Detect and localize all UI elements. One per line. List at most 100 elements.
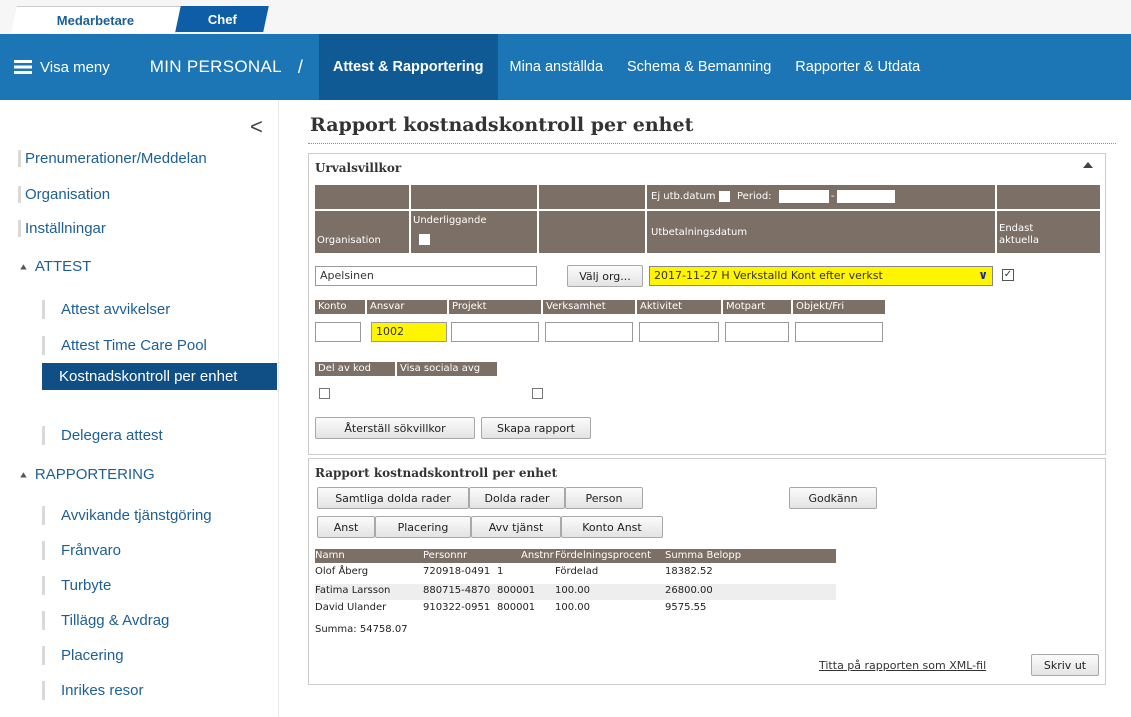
sidebar-item-installningar[interactable]: Inställningar (18, 220, 275, 237)
tab-medarbetare[interactable]: Medarbetare (11, 6, 182, 33)
cell-anstnr: 1 (497, 566, 504, 577)
col-summa-belopp: Summa Belopp (665, 550, 742, 561)
nav-schema-bemanning[interactable]: Schema & Bemanning (615, 34, 783, 100)
endast-aktuella-checkbox[interactable]: ✓ (1002, 269, 1014, 281)
underliggande-header-label: Underliggande (413, 215, 487, 226)
organisation-input[interactable]: Apelsinen (315, 266, 537, 286)
cell-summa: 18382.52 (665, 566, 713, 577)
cell-namn: Olof Åberg (315, 566, 369, 577)
utbetalningsdatum-selected: 2017-11-27 H Verkstalld Kont efter verks… (654, 269, 883, 282)
xml-report-link[interactable]: Titta på rapporten som XML-fil (819, 659, 986, 672)
konto-anst-button[interactable]: Konto Anst (561, 516, 663, 538)
sidebar-item-attest-avvikelser[interactable]: Attest avvikelser (42, 300, 275, 319)
period-dash: - (831, 191, 835, 202)
person-button[interactable]: Person (565, 487, 643, 509)
period-from-input[interactable] (779, 190, 829, 203)
avv-tjanst-button[interactable]: Avv tjänst (471, 516, 561, 538)
sidebar-item-delegera-attest[interactable]: Delegera attest (42, 426, 275, 445)
visa-sociala-avg-label: Visa sociala avg (397, 362, 497, 376)
cell-summa: 9575.55 (665, 602, 707, 613)
print-button[interactable]: Skriv ut (1031, 654, 1099, 676)
sidebar: < Prenumerationer/Meddelan⁠ Organisation… (0, 100, 279, 717)
nav-mina-anstallda[interactable]: Mina anställda (498, 34, 616, 100)
collapse-panel-icon[interactable] (1083, 162, 1093, 168)
create-report-button[interactable]: Skapa rapport (481, 417, 591, 439)
header-cell-empty (411, 185, 537, 209)
cell-personnr: 910322-0951 (423, 602, 491, 613)
cell-anstnr: 800001 (497, 602, 536, 613)
period-label: Period: (737, 191, 772, 202)
page-title: Rapport kostnadskontroll per enhet (310, 114, 694, 136)
motpart-label: Motpart (723, 300, 791, 314)
period-to-input[interactable] (837, 190, 895, 203)
ej-utb-datum-checkbox[interactable] (719, 191, 730, 202)
tab-chef[interactable]: Chef (175, 6, 269, 32)
header-cell-empty (539, 211, 645, 253)
sidebar-section-attest[interactable]: ▲ ATTEST (18, 258, 91, 275)
tab-medarbetare-label: Medarbetare (57, 12, 135, 28)
cell-namn: David Ulander (315, 602, 387, 613)
nav-rapporter-utdata[interactable]: Rapporter & Utdata (783, 34, 932, 100)
table-row: David Ulander 910322-0951 800001 100.00 … (315, 602, 836, 618)
sidebar-section-rapportering[interactable]: ▲ RAPPORTERING (18, 466, 155, 483)
del-av-kod-checkbox[interactable] (319, 388, 330, 399)
placering-button[interactable]: Placering (375, 516, 471, 538)
sidebar-item-turbyte[interactable]: Turbyte (42, 576, 275, 595)
konto-input[interactable] (315, 322, 361, 342)
sidebar-item-inrikes-resor[interactable]: Inrikes resor (42, 681, 275, 700)
reset-criteria-button[interactable]: Återställ sökvillkor (315, 417, 475, 439)
sidebar-item-placering[interactable]: Placering (42, 646, 275, 665)
cell-summa: 26800.00 (665, 585, 713, 596)
aktuella-label: aktuella (999, 235, 1040, 246)
sidebar-item-prenumerationer[interactable]: Prenumerationer/Meddelan⁠ (18, 150, 275, 167)
underliggande-checkbox[interactable] (419, 234, 430, 245)
utbetalningsdatum-header: Utbetalningsdatum (647, 211, 995, 253)
col-anstnr: Anstnr (521, 550, 554, 561)
table-row: Olof Åberg 720918-0491 1 Fördelad 18382.… (315, 566, 836, 582)
utbetalningsdatum-select[interactable]: 2017-11-27 H Verkstalld Kont efter verks… (649, 266, 993, 286)
table-row: Fatima Larsson 880715-4870 800001 100.00… (315, 584, 836, 600)
report-panel-title: Rapport kostnadskontroll per enhet (315, 466, 558, 480)
ej-utb-datum-label: Ej utb.datum (651, 191, 716, 202)
samtliga-dolda-rader-button[interactable]: Samtliga dolda rader (317, 487, 469, 509)
visa-sociala-avg-checkbox[interactable] (532, 388, 543, 399)
organisation-header: Organisation (315, 211, 409, 253)
objekt-fri-input[interactable] (795, 322, 883, 342)
hamburger-icon (14, 60, 32, 74)
utbetalningsdatum-header-label: Utbetalningsdatum (651, 227, 748, 238)
col-personnr: Personnr (423, 550, 468, 561)
nav-separator: / (297, 56, 303, 77)
collapse-sidebar-icon[interactable]: < (250, 114, 263, 140)
main-navbar: Visa meny MIN PERSONAL / Attest & Rappor… (0, 34, 1131, 100)
dolda-rader-button[interactable]: Dolda rader (469, 487, 565, 509)
sidebar-item-kostnadskontroll[interactable]: Kostnadskontroll per enhet (42, 363, 277, 390)
cell-namn: Fatima Larsson (315, 585, 391, 596)
objekt-fri-label: Objekt/Fri (793, 300, 885, 314)
nav-attest-rapportering[interactable]: Attest & Rapportering (318, 34, 498, 100)
valj-org-button[interactable]: Välj org... (567, 265, 643, 287)
sidebar-item-organisation[interactable]: Organisation (18, 186, 275, 203)
report-total: Summa: 54758.07 (315, 624, 408, 635)
chevron-up-icon: ▲ (18, 261, 29, 272)
criteria-panel-title: Urvalsvillkor (315, 161, 402, 175)
ansvar-input[interactable]: 1002 (371, 322, 447, 342)
del-av-kod-label: Del av kod (315, 362, 395, 376)
criteria-panel: Urvalsvillkor Ej utb.datum Period: - Org… (308, 153, 1106, 455)
sidebar-item-franvaro[interactable]: Frånvaro (42, 541, 275, 560)
sidebar-item-avvikande-tjanstgoring[interactable]: Avvikande tjänstgöring (42, 506, 275, 525)
anst-button[interactable]: Anst (317, 516, 375, 538)
projekt-label: Projekt (449, 300, 541, 314)
period-header: Ej utb.datum Period: - (647, 185, 995, 209)
motpart-input[interactable] (725, 322, 789, 342)
verksamhet-input[interactable] (545, 322, 633, 342)
aktivitet-input[interactable] (639, 322, 719, 342)
col-namn: Namn (315, 550, 345, 561)
projekt-input[interactable] (451, 322, 539, 342)
godkann-button[interactable]: Godkänn (789, 487, 877, 509)
sidebar-item-attest-time-care-pool[interactable]: Attest Time Care Pool (42, 336, 275, 355)
sidebar-item-tillagg-avdrag[interactable]: Tillägg & Avdrag (42, 611, 275, 630)
aktivitet-label: Aktivitet (637, 300, 721, 314)
header-cell-empty (997, 185, 1100, 209)
section-rapportering-label: RAPPORTERING (34, 466, 155, 483)
show-menu-button[interactable]: Visa meny (14, 59, 110, 76)
